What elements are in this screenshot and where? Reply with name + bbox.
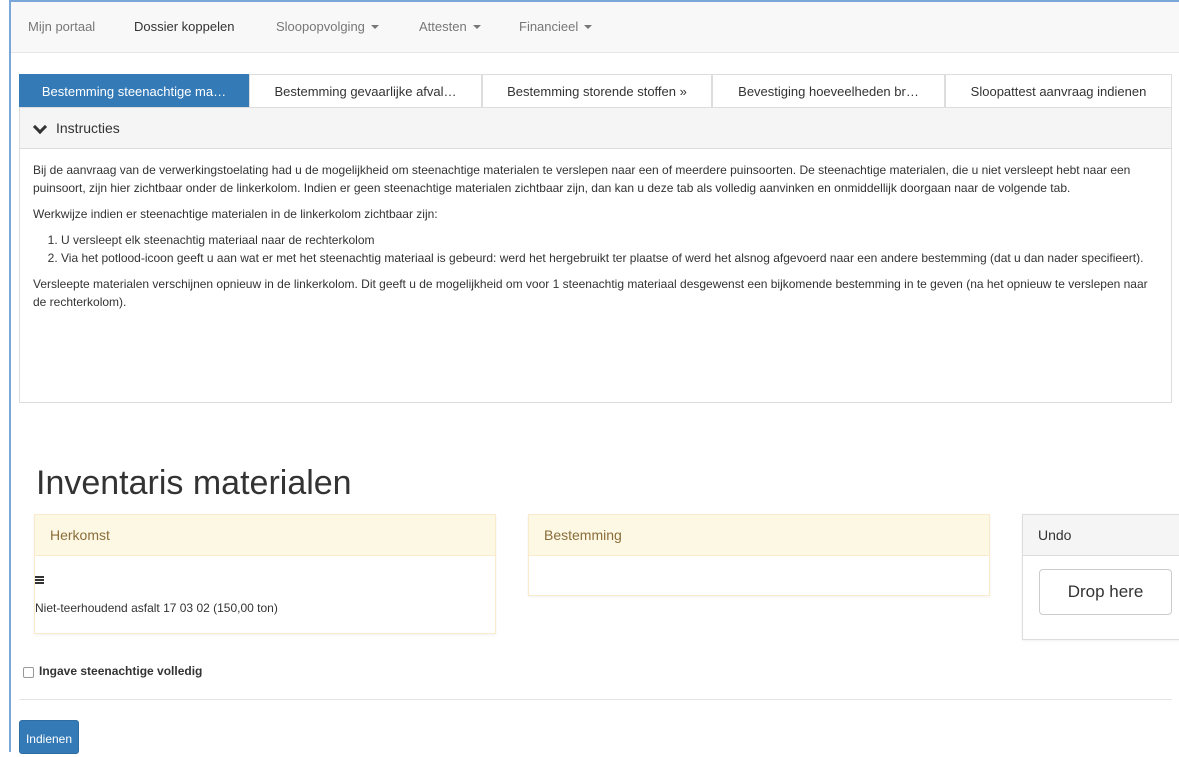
nav-attesten-dropdown[interactable]: Attesten bbox=[419, 19, 481, 34]
top-navbar: Mijn portaal Dossier koppelen Sloopopvol… bbox=[11, 2, 1179, 53]
tab-label: Bestemming steenachtige ma… bbox=[41, 84, 227, 99]
undo-column: Undo Drop here bbox=[1022, 514, 1179, 640]
nav-label: Sloopopvolging bbox=[276, 19, 365, 34]
herkomst-header: Herkomst bbox=[35, 515, 495, 556]
tab-sloopattest-aanvraag[interactable]: Sloopattest aanvraag indienen bbox=[945, 74, 1172, 107]
steenachtige-volledig-checkbox[interactable] bbox=[23, 667, 34, 678]
herkomst-column: Herkomst Niet-teerhoudend asfalt 17 03 0… bbox=[34, 514, 496, 634]
undo-header: Undo bbox=[1023, 515, 1179, 556]
tab-bestemming-steenachtige[interactable]: Bestemming steenachtige ma… bbox=[19, 74, 249, 107]
material-label: Niet-teerhoudend asfalt 17 03 02 (150,00… bbox=[35, 601, 278, 615]
nav-label: Mijn portaal bbox=[28, 19, 96, 34]
nav-label: Attesten bbox=[419, 19, 467, 34]
nav-mijn-portaal[interactable]: Mijn portaal bbox=[28, 19, 95, 34]
tab-label: Bestemming storende stoffen » bbox=[507, 84, 687, 99]
nav-financieel-dropdown[interactable]: Financieel bbox=[519, 19, 593, 34]
tab-bevestiging-hoeveelheden[interactable]: Bevestiging hoeveelheden br… bbox=[712, 74, 945, 107]
nav-label: Financieel bbox=[519, 19, 579, 34]
drop-here-zone[interactable]: Drop here bbox=[1039, 569, 1172, 615]
caret-down-icon bbox=[584, 25, 593, 29]
nav-label: Dossier koppelen bbox=[134, 19, 235, 34]
app-frame: Mijn portaal Dossier koppelen Sloopopvol… bbox=[9, 0, 1179, 754]
instructions-panel: Instructies Bij de aanvraag van de verwe… bbox=[19, 107, 1172, 403]
draggable-material-item[interactable]: Niet-teerhoudend asfalt 17 03 02 (150,00… bbox=[35, 556, 475, 622]
tab-bestemming-gevaarlijke-afval[interactable]: Bestemming gevaarlijke afval… bbox=[249, 74, 482, 107]
instructions-body: Bij de aanvraag van de verwerkingstoelat… bbox=[20, 149, 1171, 311]
tab-label: Sloopattest aanvraag indienen bbox=[970, 84, 1147, 99]
drag-handle-icon[interactable] bbox=[35, 576, 44, 584]
instructions-paragraph: Versleepte materialen verschijnen opnieu… bbox=[33, 277, 1148, 309]
nav-dossier-koppelen[interactable]: Dossier koppelen bbox=[134, 19, 234, 34]
tab-label: Bevestiging hoeveelheden br… bbox=[738, 84, 919, 99]
bestemming-column[interactable]: Bestemming bbox=[528, 514, 990, 596]
tab-bestemming-storende-stoffen[interactable]: Bestemming storende stoffen » bbox=[482, 74, 712, 107]
instructions-paragraph: Werkwijze indien er steenachtige materia… bbox=[33, 207, 438, 221]
instructions-title: Instructies bbox=[56, 120, 120, 136]
instruction-step: U versleept elk steenachtig materiaal na… bbox=[61, 231, 1157, 249]
instruction-step: Via het potlood-icoon geeft u aan wat er… bbox=[61, 249, 1157, 267]
instructions-paragraph: Bij de aanvraag van de verwerkingstoelat… bbox=[33, 163, 1131, 195]
indienen-button[interactable]: Indienen bbox=[19, 720, 79, 754]
instructions-toggle[interactable]: Instructies bbox=[20, 108, 1171, 149]
inventory-title: Inventaris materialen bbox=[36, 464, 352, 502]
caret-down-icon bbox=[472, 25, 481, 29]
chevron-down-icon bbox=[32, 119, 48, 135]
checkbox-label[interactable]: Ingave steenachtige volledig bbox=[39, 664, 202, 678]
nav-sloopopvolging-dropdown[interactable]: Sloopopvolging bbox=[276, 19, 379, 34]
tab-label: Bestemming gevaarlijke afval… bbox=[274, 84, 457, 99]
instructions-steps: U versleept elk steenachtig materiaal na… bbox=[33, 231, 1157, 267]
caret-down-icon bbox=[370, 25, 379, 29]
divider bbox=[19, 699, 1172, 700]
bestemming-header: Bestemming bbox=[529, 515, 989, 556]
